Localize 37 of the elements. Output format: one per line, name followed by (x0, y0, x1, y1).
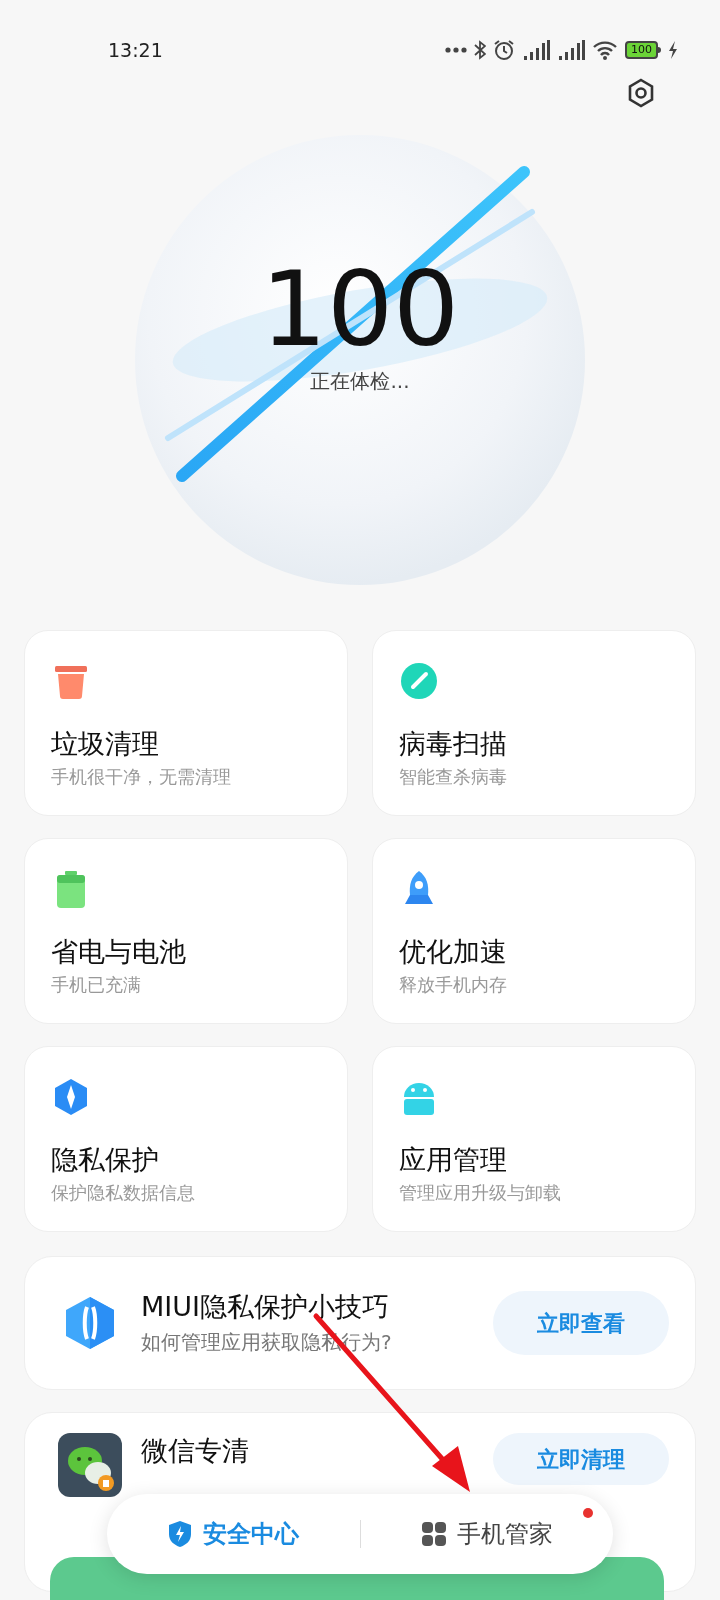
feature-card[interactable]: 省电与电池 手机已充满 (24, 838, 348, 1024)
wifi-icon (592, 40, 618, 60)
feature-title: 垃圾清理 (51, 727, 160, 761)
signal-icon (522, 39, 550, 61)
battery-indicator: 100 (625, 41, 661, 59)
grid-icon (420, 1521, 447, 1547)
feature-title: 病毒扫描 (399, 727, 508, 761)
feature-subtitle: 智能查杀病毒 (399, 765, 508, 789)
settings-icon[interactable] (626, 78, 656, 108)
chat-app-icon (58, 1433, 122, 1497)
feature-title: 省电与电池 (51, 935, 187, 969)
feature-title: 应用管理 (399, 1143, 508, 1177)
charging-icon (668, 41, 678, 59)
feature-subtitle: 释放手机内存 (399, 973, 508, 997)
feature-title: 优化加速 (399, 935, 508, 969)
feature-card[interactable]: 优化加速 释放手机内存 (372, 838, 696, 1024)
feature-subtitle: 管理应用升级与卸载 (399, 1181, 562, 1205)
tip-title: 微信专清 (141, 1434, 250, 1468)
bluetooth-icon (474, 40, 486, 60)
nav-tab[interactable]: 手机管家 (420, 1516, 553, 1552)
feature-subtitle: 手机已充满 (51, 973, 142, 997)
tip-title: MIUI隐私保护小技巧 (141, 1290, 390, 1324)
alarm-icon (493, 39, 515, 61)
feature-card[interactable]: 应用管理 管理应用升级与卸载 (372, 1046, 696, 1232)
feature-card[interactable]: 垃圾清理 手机很干净，无需清理 (24, 630, 348, 816)
feature-card[interactable]: 隐私保护 保护隐私数据信息 (24, 1046, 348, 1232)
signal-icon (557, 39, 585, 61)
clock-time: 13:21 (108, 37, 163, 63)
feature-subtitle: 手机很干净，无需清理 (51, 765, 232, 789)
feature-title: 隐私保护 (51, 1143, 160, 1177)
feature-subtitle: 保护隐私数据信息 (51, 1181, 196, 1205)
feature-card[interactable]: 病毒扫描 智能查杀病毒 (372, 630, 696, 816)
shield-icon (167, 1520, 194, 1548)
nav-tab[interactable]: 安全中心 (167, 1516, 300, 1552)
more-icon (445, 47, 467, 53)
gauge-icon (399, 661, 439, 701)
status-caption: 正在体检... (310, 368, 410, 395)
